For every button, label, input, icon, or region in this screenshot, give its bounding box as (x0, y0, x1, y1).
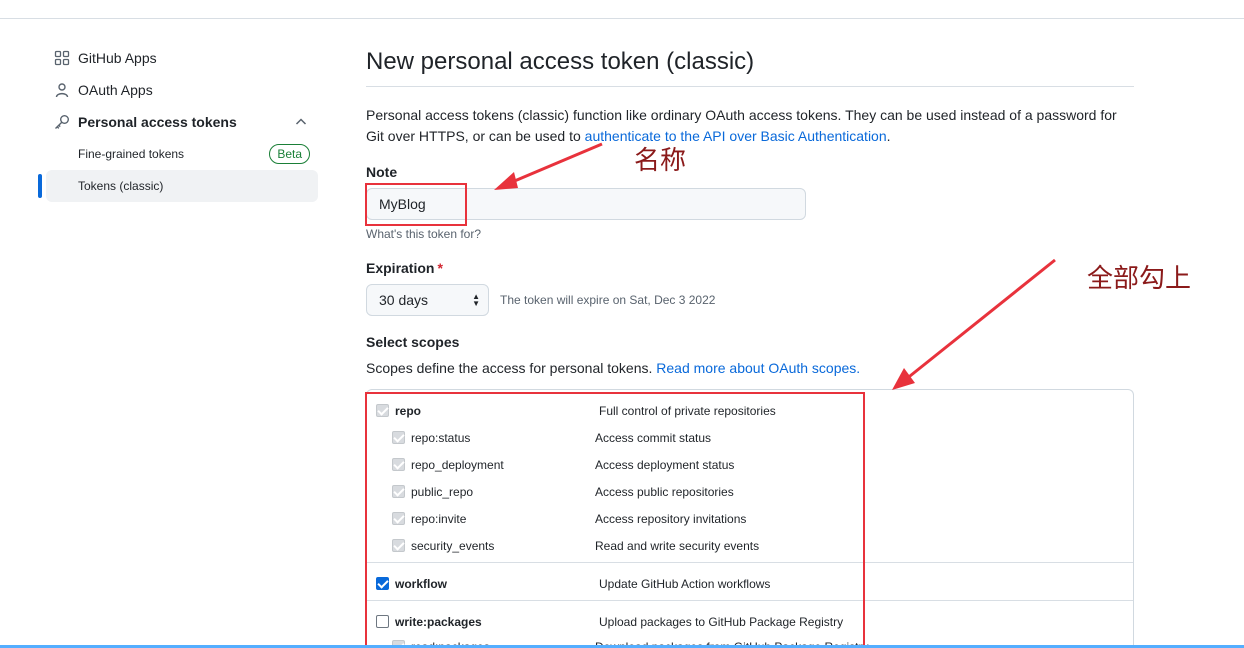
beta-badge: Beta (269, 144, 310, 164)
person-icon (54, 82, 70, 98)
sidebar-item-label: GitHub Apps (78, 50, 157, 66)
expiration-selected-value: 30 days (379, 292, 429, 308)
arrow-head-scopes (892, 368, 915, 390)
apps-grid-icon (54, 50, 70, 66)
arrow-to-scopes (904, 258, 1056, 382)
scopes-label: Select scopes (366, 334, 460, 350)
title-divider (366, 86, 1134, 87)
annotation-name-label: 名称 (634, 146, 687, 176)
sidebar-item-label: OAuth Apps (78, 82, 153, 98)
note-highlight-box (365, 183, 467, 226)
intro-end: . (886, 128, 891, 144)
page-title: New personal access token (classic) (366, 48, 755, 75)
sidebar-item-tokens-classic[interactable]: Tokens (classic) (38, 170, 318, 202)
select-arrows-icon: ▲ ▼ (472, 292, 480, 308)
required-mark: * (437, 260, 443, 276)
expiration-label: Expiration * (366, 260, 443, 276)
expiration-label-text: Expiration (366, 260, 435, 276)
sidebar-item-label: Tokens (classic) (78, 179, 164, 193)
expiration-select[interactable]: 30 days ▲ ▼ (366, 284, 489, 316)
annotation-check-all-label: 全部勾上 (1087, 264, 1192, 294)
note-hint: What's this token for? (366, 227, 482, 241)
active-indicator (38, 174, 42, 198)
arrow-to-note (504, 142, 603, 187)
intro-paragraph: Personal access tokens (classic) functio… (366, 105, 1134, 147)
key-icon (54, 114, 70, 130)
top-divider (0, 18, 1244, 19)
sidebar-item-label: Personal access tokens (78, 114, 237, 130)
sidebar-item-github-apps[interactable]: GitHub Apps (38, 42, 320, 74)
scopes-description: Scopes define the access for personal to… (366, 360, 860, 376)
chevron-up-icon[interactable] (294, 115, 308, 129)
scopes-desc-text: Scopes define the access for personal to… (366, 360, 657, 376)
expiration-note: The token will expire on Sat, Dec 3 2022 (500, 293, 716, 307)
sidebar-item-personal-access-tokens[interactable]: Personal access tokens (38, 106, 320, 138)
settings-sidebar: GitHub Apps OAuth Apps Personal access t… (38, 42, 320, 202)
sidebar-item-fine-grained-tokens[interactable]: Fine-grained tokens Beta (38, 138, 320, 170)
oauth-scopes-link[interactable]: Read more about OAuth scopes. (656, 360, 860, 376)
sidebar-item-oauth-apps[interactable]: OAuth Apps (38, 74, 320, 106)
scopes-highlight-box (365, 392, 865, 648)
note-label: Note (366, 164, 398, 180)
basic-auth-link[interactable]: authenticate to the API over Basic Authe… (585, 128, 887, 144)
sidebar-item-label: Fine-grained tokens (78, 147, 185, 161)
